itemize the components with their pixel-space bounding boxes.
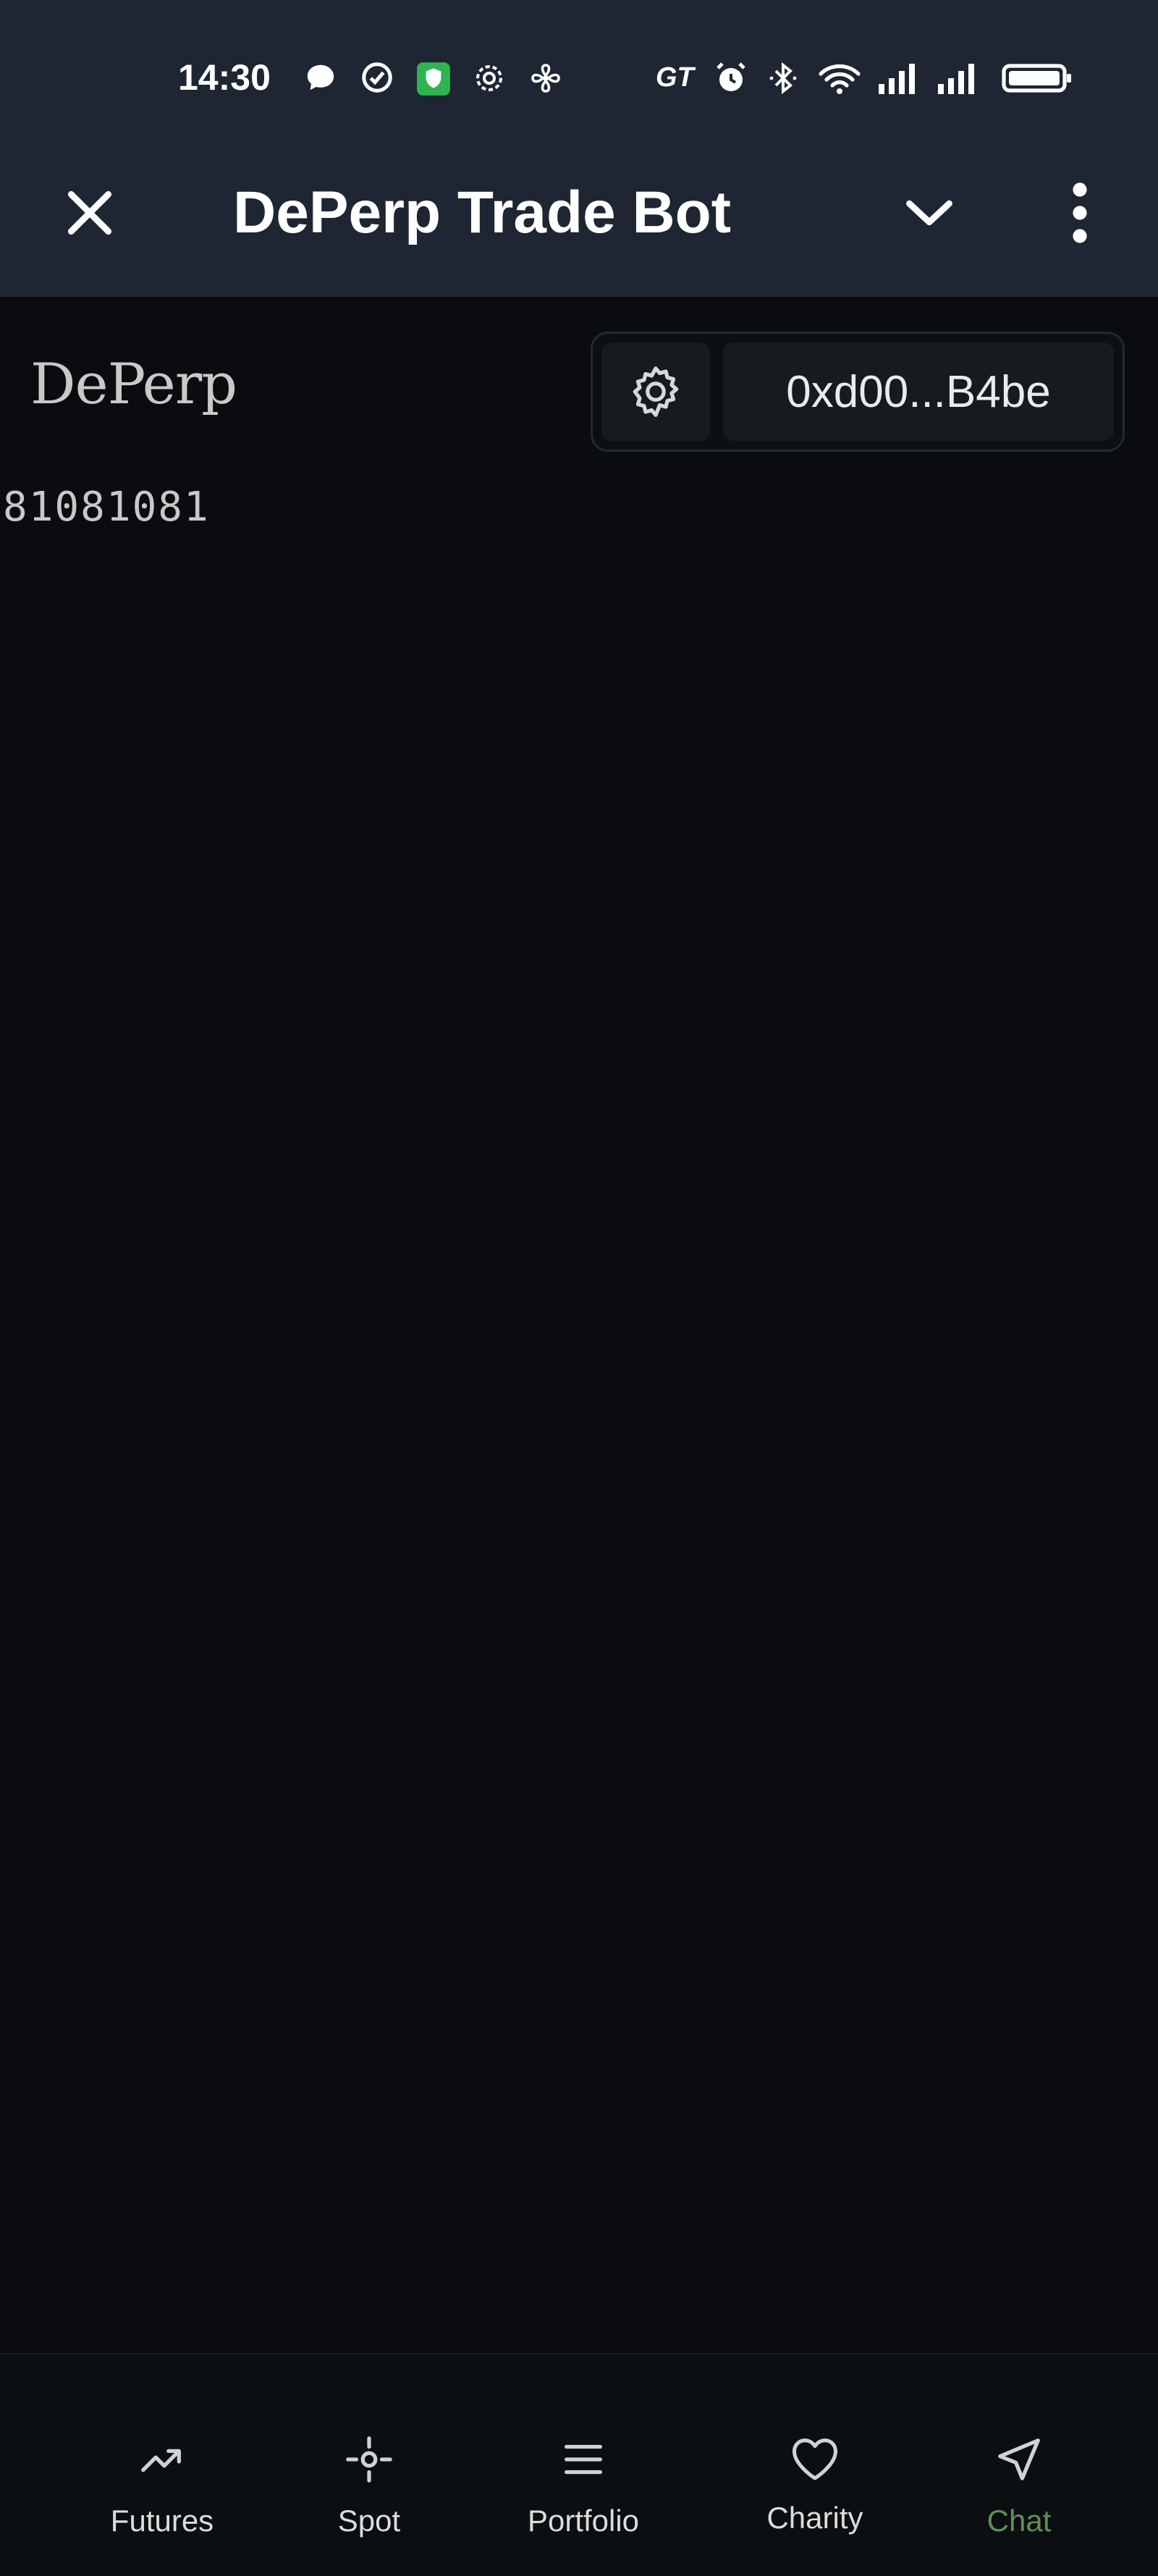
menu-lines-icon bbox=[565, 2444, 602, 2475]
signal-icon bbox=[935, 61, 983, 99]
alarm-icon bbox=[714, 61, 748, 99]
status-time: 14:30 bbox=[178, 57, 271, 98]
nav-chat[interactable]: Chat bbox=[910, 2354, 1128, 2576]
trending-up-icon bbox=[141, 2449, 181, 2472]
brand-logo[interactable]: DePerp bbox=[30, 352, 237, 417]
battery-icon bbox=[1002, 61, 1074, 99]
wallet-controls: 0xd00...B4be bbox=[591, 332, 1125, 452]
nav-spot[interactable]: Spot bbox=[261, 2354, 478, 2576]
fan-icon bbox=[528, 61, 563, 99]
status-bar: 14:30 GT bbox=[0, 0, 1158, 152]
gear-icon bbox=[633, 366, 679, 417]
collapse-button[interactable] bbox=[897, 181, 961, 245]
nav-label-spot: Spot bbox=[337, 2504, 401, 2538]
page-title: DePerp Trade Bot bbox=[233, 180, 732, 245]
counter-text: 81081081 bbox=[3, 484, 210, 531]
bottom-navigation: Futures Spot Portfolio Charity Chat bbox=[0, 2353, 1158, 2576]
network-label: GT bbox=[656, 62, 694, 93]
more-vertical-icon bbox=[1073, 182, 1087, 243]
nav-label-chat: Chat bbox=[986, 2504, 1052, 2538]
nav-charity[interactable]: Charity bbox=[706, 2354, 924, 2576]
app-header: DePerp 0xd00...B4be bbox=[0, 297, 1158, 478]
chat-bubble-icon bbox=[304, 61, 337, 98]
close-button[interactable] bbox=[58, 181, 122, 245]
nav-portfolio[interactable]: Portfolio bbox=[475, 2354, 692, 2576]
settings-button[interactable] bbox=[601, 342, 710, 441]
shield-icon bbox=[415, 61, 452, 101]
wifi-icon bbox=[818, 61, 861, 99]
check-circle-icon bbox=[360, 61, 394, 98]
bluetooth-icon bbox=[766, 61, 800, 99]
settings-gear-icon bbox=[472, 61, 507, 99]
signal-icon bbox=[876, 61, 924, 99]
nav-label-charity: Charity bbox=[766, 2501, 863, 2535]
chevron-down-icon bbox=[906, 200, 952, 226]
close-icon bbox=[67, 190, 112, 235]
more-menu-button[interactable] bbox=[1051, 178, 1109, 248]
nav-label-portfolio: Portfolio bbox=[527, 2504, 640, 2538]
send-icon bbox=[998, 2438, 1040, 2480]
heart-icon bbox=[792, 2438, 838, 2480]
nav-futures[interactable]: Futures bbox=[54, 2354, 271, 2576]
nav-label-futures: Futures bbox=[110, 2504, 214, 2538]
wallet-address-button[interactable]: 0xd00...B4be bbox=[723, 342, 1114, 441]
crosshair-icon bbox=[346, 2436, 392, 2483]
webview-toolbar: DePerp Trade Bot bbox=[0, 152, 1158, 297]
